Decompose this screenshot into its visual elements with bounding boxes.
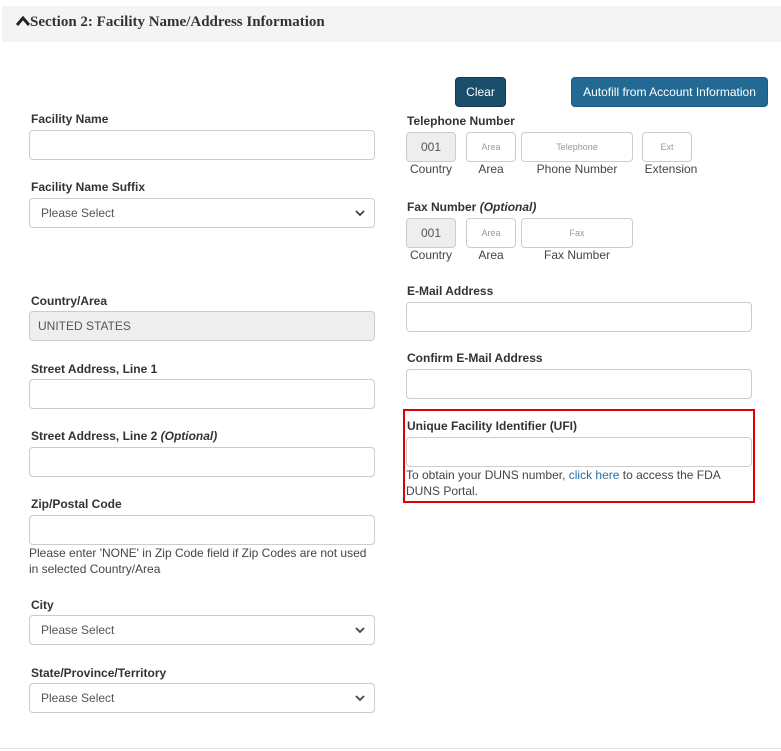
confirm-email-label: Confirm E-Mail Address [407,351,543,365]
duns-portal-link[interactable]: click here [569,468,620,482]
city-label: City [31,598,54,612]
fax-country-value: 001 [420,226,442,240]
chevron-down-icon [355,695,365,702]
fax-area-input[interactable]: Area [466,218,516,248]
country-area-input: UNITED STATES [29,311,375,341]
ufi-input[interactable] [406,437,752,467]
fax-number-sublabel: Fax Number [543,248,611,262]
street-2-label-text: Street Address, Line 2 [31,429,158,443]
zip-label: Zip/Postal Code [31,497,122,511]
confirm-email-input[interactable] [406,369,752,399]
city-value: Please Select [41,623,115,637]
fax-label-text: Fax Number [407,200,477,214]
street-1-input[interactable] [29,379,375,409]
country-area-label: Country/Area [31,294,108,308]
section-divider [0,748,781,749]
street-2-input[interactable] [29,447,375,477]
zip-help-text: Please enter 'NONE' in Zip Code field if… [29,546,367,576]
clear-button[interactable]: Clear [455,77,506,107]
facility-name-suffix-label: Facility Name Suffix [31,180,146,194]
chevron-down-icon [355,627,365,634]
facility-name-input[interactable] [29,130,375,160]
section-title[interactable]: Section 2: Facility Name/Address Informa… [16,14,325,31]
fax-area-sublabel: Area [478,248,504,262]
section-title-text: Section 2: Facility Name/Address Informa… [30,14,325,30]
telephone-area-sublabel: Area [478,162,504,176]
state-select[interactable]: Please Select [29,683,375,713]
street-2-optional: (Optional) [160,429,218,443]
fax-area-placeholder: Area [481,228,501,238]
telephone-number-input[interactable]: Telephone [521,132,633,162]
telephone-number-placeholder: Telephone [556,142,598,152]
telephone-area-placeholder: Area [481,142,501,152]
fax-country-sublabel: Country [409,248,453,262]
facility-name-suffix-value: Please Select [41,206,115,220]
fax-label: Fax Number (Optional) [407,200,536,214]
telephone-extension-input[interactable]: Ext [642,132,692,162]
fax-number-placeholder: Fax [569,228,585,238]
telephone-extension-placeholder: Ext [660,142,674,152]
ufi-help-text: To obtain your DUNS number, click here t… [406,467,746,499]
street-2-label: Street Address, Line 2 (Optional) [31,429,217,443]
ufi-help-before: To obtain your DUNS number, [406,468,569,482]
section-header[interactable]: Section 2: Facility Name/Address Informa… [2,6,781,42]
telephone-label: Telephone Number [407,114,515,128]
fax-number-input[interactable]: Fax [521,218,633,248]
email-label: E-Mail Address [407,284,494,298]
fax-country-input: 001 [406,218,456,248]
telephone-country-sublabel: Country [409,162,453,176]
chevron-up-icon [16,15,30,26]
state-value: Please Select [41,691,115,705]
autofill-button[interactable]: Autofill from Account Information [571,77,768,107]
telephone-number-sublabel: Phone Number [536,162,618,176]
ufi-label: Unique Facility Identifier (UFI) [407,419,578,433]
state-label: State/Province/Territory [31,666,167,680]
telephone-country-value: 001 [420,140,442,154]
telephone-country-input: 001 [406,132,456,162]
facility-name-label: Facility Name [31,112,109,126]
street-1-label: Street Address, Line 1 [31,362,158,376]
country-area-value: UNITED STATES [38,319,131,333]
fax-optional: (Optional) [479,200,537,214]
telephone-extension-sublabel: Extension [644,162,698,176]
zip-input[interactable] [29,515,375,545]
city-select[interactable]: Please Select [29,615,375,645]
email-input[interactable] [406,302,752,332]
telephone-area-input[interactable]: Area [466,132,516,162]
chevron-down-icon [355,210,365,217]
facility-name-suffix-select[interactable]: Please Select [29,198,375,228]
